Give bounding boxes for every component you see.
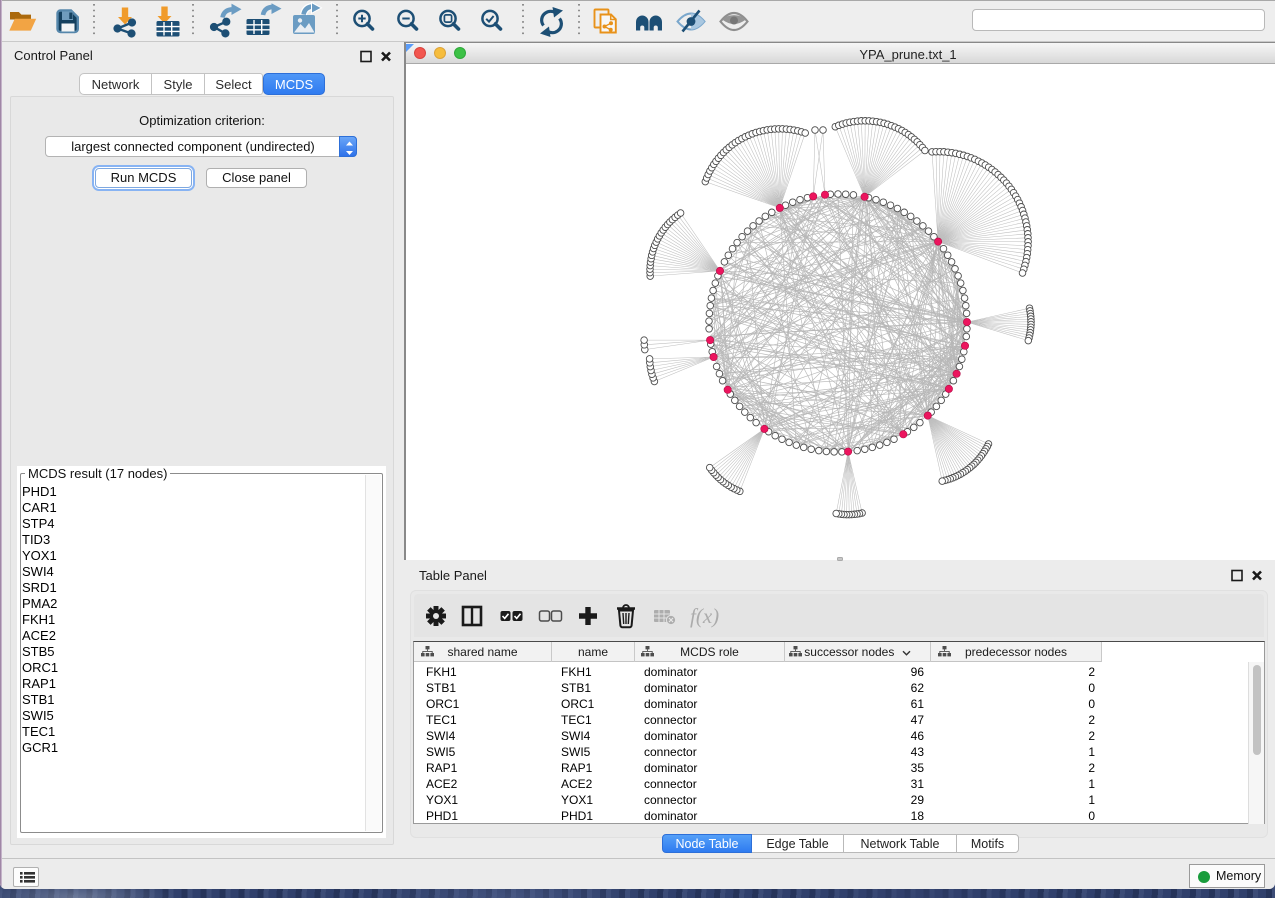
svg-text:f(x): f(x) xyxy=(690,604,719,628)
